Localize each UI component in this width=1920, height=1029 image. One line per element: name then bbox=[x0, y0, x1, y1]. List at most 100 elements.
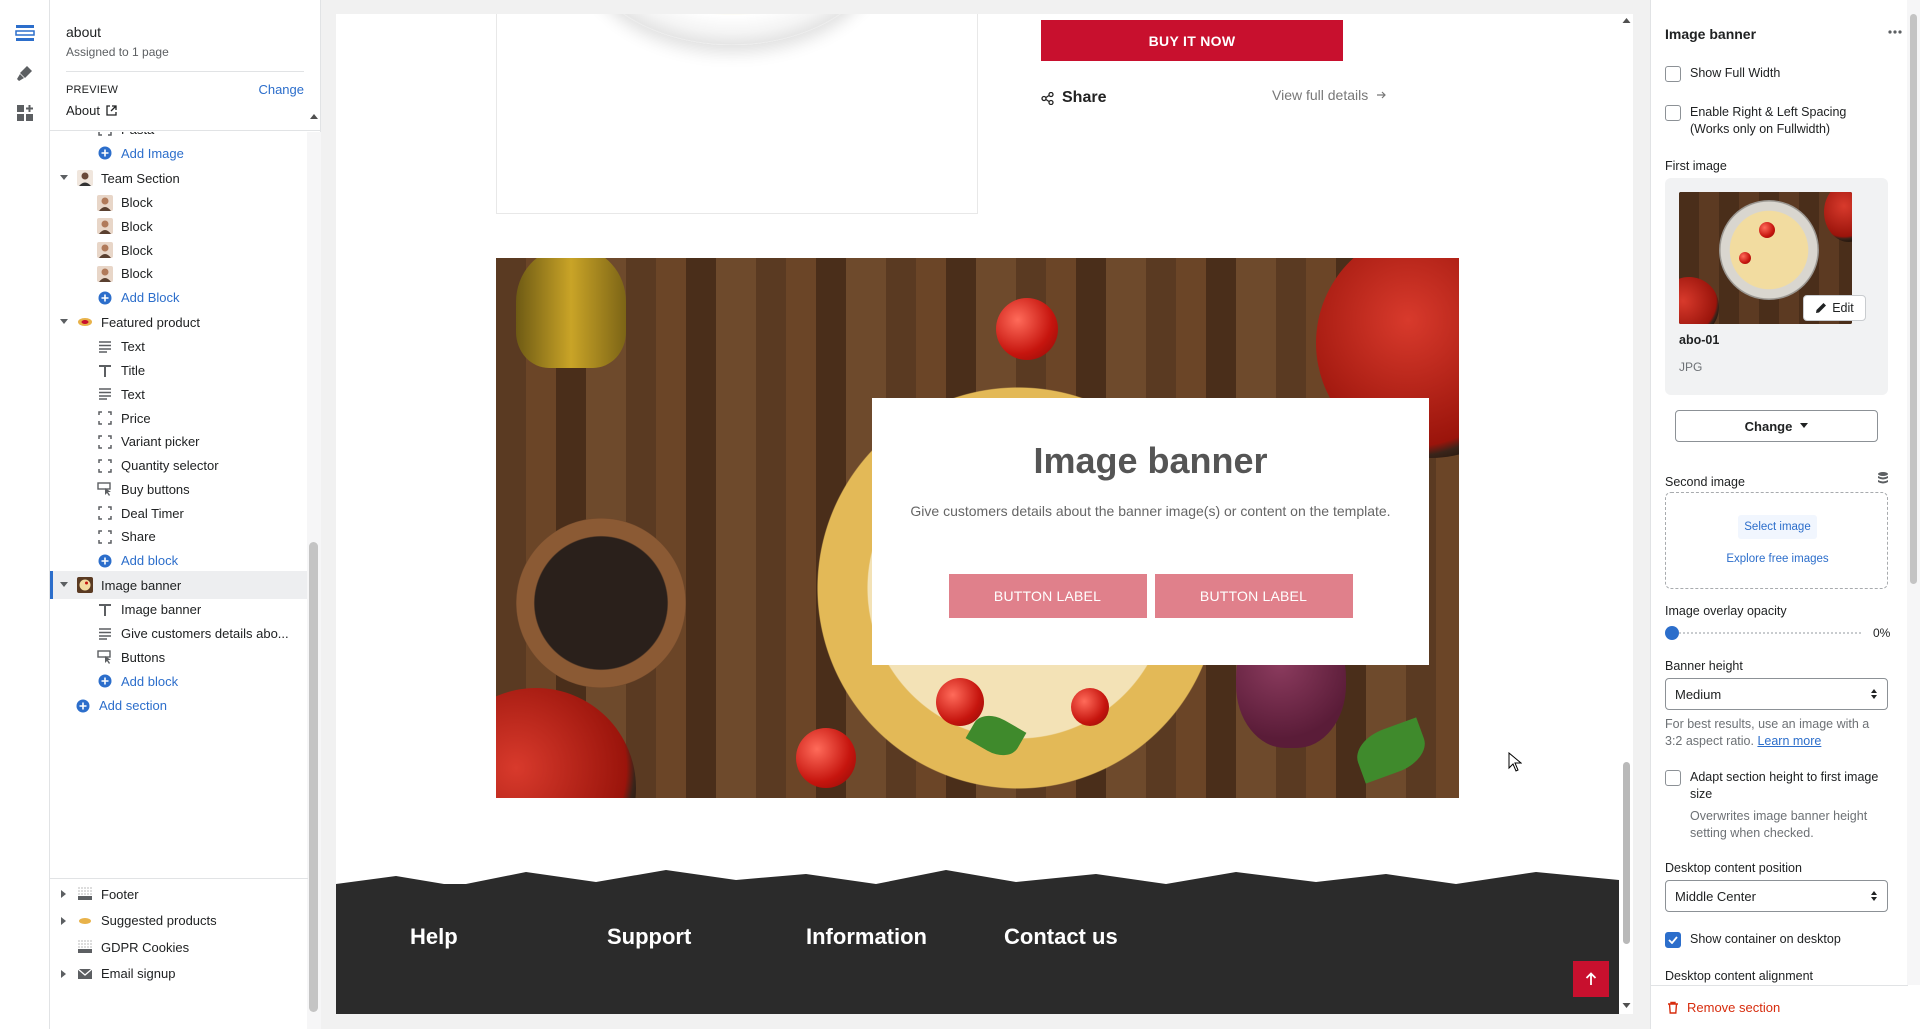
desktop-position-select[interactable]: Middle Center bbox=[1665, 880, 1888, 912]
icon-rail bbox=[0, 0, 50, 1029]
block-label: Block bbox=[121, 195, 153, 211]
block-label: Give customers details abo... bbox=[121, 626, 289, 642]
banner-content-box: Image banner Give customers details abou… bbox=[872, 398, 1429, 665]
global-sections-list: Footer Suggested products GDPR Cookies Emai… bbox=[50, 878, 308, 987]
select-value: Middle Center bbox=[1675, 888, 1756, 904]
banner-height-select[interactable]: Medium bbox=[1665, 678, 1888, 710]
checkbox-label: Enable Right & Left Spacing (Works only … bbox=[1690, 105, 1847, 136]
edit-image-button[interactable]: Edit bbox=[1803, 295, 1866, 321]
basil-leaf-image bbox=[1350, 717, 1432, 784]
show-container-checkbox[interactable]: Show container on desktop bbox=[1665, 931, 1841, 948]
template-title: about bbox=[66, 24, 102, 40]
image-banner-section[interactable]: Image banner Give customers details abou… bbox=[496, 258, 1459, 798]
banner-button-1[interactable]: BUTTON LABEL bbox=[948, 574, 1147, 618]
sauce-bowl-image bbox=[496, 688, 636, 798]
block-label: Block bbox=[121, 266, 153, 282]
footer-contact-heading: Contact us bbox=[1004, 924, 1118, 949]
checkbox-box[interactable] bbox=[1665, 770, 1681, 786]
text-lines-icon bbox=[96, 338, 114, 356]
overlay-opacity-slider[interactable] bbox=[1665, 626, 1861, 640]
global-section-footer[interactable]: Footer bbox=[50, 881, 308, 908]
first-image-card: Edit abo-01 JPG bbox=[1665, 178, 1888, 395]
more-options-icon[interactable] bbox=[1887, 24, 1903, 43]
plus-circle-icon bbox=[96, 289, 114, 307]
chevron-down-icon[interactable] bbox=[58, 172, 70, 184]
desktop-position-label: Desktop content position bbox=[1665, 861, 1802, 875]
settings-scrollbar[interactable] bbox=[1907, 0, 1920, 985]
title-t-icon bbox=[96, 362, 114, 380]
block-label: Text bbox=[121, 386, 145, 402]
change-label: Change bbox=[1744, 418, 1793, 434]
block-label: Quantity selector bbox=[121, 458, 219, 474]
global-section-gdpr-cookies[interactable]: GDPR Cookies bbox=[50, 934, 308, 961]
add-label: Add section bbox=[99, 698, 167, 714]
product-image bbox=[496, 14, 978, 214]
slider-thumb[interactable] bbox=[1665, 626, 1679, 640]
footer-help-heading: Help bbox=[410, 924, 458, 949]
footer-support-heading: Support bbox=[607, 924, 692, 949]
checkbox-checked[interactable] bbox=[1665, 932, 1681, 948]
caret-down-icon bbox=[1800, 423, 1809, 428]
share-button[interactable]: Share bbox=[1041, 89, 1106, 107]
adapt-height-checkbox[interactable]: Adapt section height to first image size bbox=[1665, 769, 1888, 803]
enable-spacing-checkbox[interactable]: Enable Right & Left Spacing (Works only … bbox=[1665, 104, 1888, 138]
overlay-opacity-label: Image overlay opacity bbox=[1665, 604, 1787, 618]
canvas-scrollbar[interactable] bbox=[1619, 14, 1633, 1014]
person-avatar-icon bbox=[96, 217, 114, 235]
frame-block-icon bbox=[96, 457, 114, 475]
adapt-height-help: Overwrites image banner height setting w… bbox=[1690, 809, 1868, 840]
sections-icon[interactable] bbox=[12, 20, 38, 46]
change-preview-link[interactable]: Change bbox=[258, 82, 304, 97]
chevron-right-icon[interactable] bbox=[58, 888, 70, 900]
theme-editor: about Assigned to 1 page PREVIEW Change … bbox=[0, 0, 1920, 1029]
theme-settings-brush-icon[interactable] bbox=[12, 60, 38, 86]
person-avatar-icon bbox=[96, 241, 114, 259]
buttons-icon bbox=[96, 648, 114, 666]
chevron-down-icon[interactable] bbox=[58, 579, 70, 591]
banner-button-2[interactable]: BUTTON LABEL bbox=[1154, 574, 1353, 618]
show-full-width-checkbox[interactable]: Show Full Width bbox=[1665, 65, 1780, 82]
frame-block-icon bbox=[96, 528, 114, 546]
chevron-right-icon[interactable] bbox=[58, 915, 70, 927]
checkbox-box[interactable] bbox=[1665, 66, 1681, 82]
back-to-top-button[interactable] bbox=[1573, 961, 1609, 997]
buy-it-now-button[interactable]: BUY IT NOW bbox=[1041, 20, 1343, 61]
view-full-details-link[interactable]: View full details bbox=[1272, 87, 1387, 103]
plus-circle-icon bbox=[96, 144, 114, 162]
add-section-button[interactable]: Add section bbox=[50, 692, 308, 720]
block-label: Pasta bbox=[121, 132, 154, 137]
share-icon bbox=[1041, 91, 1054, 105]
chevron-right-icon[interactable] bbox=[58, 968, 70, 980]
section-tree: Pasta Add Image Team Section Block Block Bloc… bbox=[50, 132, 308, 878]
footer-icon bbox=[76, 885, 94, 903]
footer-information-heading: Information bbox=[806, 924, 927, 949]
learn-more-link[interactable]: Learn more bbox=[1757, 734, 1821, 748]
checkbox-box[interactable] bbox=[1665, 105, 1681, 121]
block-label: Share bbox=[121, 529, 156, 545]
dynamic-source-icon[interactable] bbox=[1877, 471, 1889, 488]
add-label: Add block bbox=[121, 553, 179, 569]
select-arrows-icon bbox=[1871, 891, 1877, 901]
remove-section-button[interactable]: Remove section bbox=[1651, 985, 1908, 1029]
block-label: Buy buttons bbox=[121, 481, 190, 497]
block-label: Variant picker bbox=[121, 434, 200, 450]
apps-icon[interactable] bbox=[12, 100, 38, 126]
explore-free-images-link[interactable]: Explore free images bbox=[1666, 553, 1889, 565]
select-image-button[interactable]: Select image bbox=[1738, 515, 1817, 539]
banner-description: Give customers details about the banner … bbox=[910, 503, 1391, 519]
global-section-email-signup[interactable]: Email signup bbox=[50, 961, 308, 988]
block-label: Buttons bbox=[121, 649, 166, 665]
block-label: Price bbox=[121, 410, 151, 426]
view-details-label: View full details bbox=[1272, 87, 1369, 103]
tomato-image bbox=[796, 728, 856, 788]
change-image-button[interactable]: Change bbox=[1675, 410, 1878, 442]
sidebar-scrollbar[interactable] bbox=[307, 114, 321, 1029]
checkmark-icon bbox=[1668, 936, 1678, 944]
preview-page-link[interactable]: About bbox=[66, 103, 304, 118]
trash-icon bbox=[1668, 1001, 1678, 1014]
chevron-down-icon[interactable] bbox=[58, 316, 70, 328]
add-label: Add block bbox=[121, 673, 179, 689]
section-label: Team Section bbox=[101, 170, 180, 186]
section-label: Footer bbox=[101, 886, 139, 902]
global-section-suggested-products[interactable]: Suggested products bbox=[50, 908, 308, 935]
